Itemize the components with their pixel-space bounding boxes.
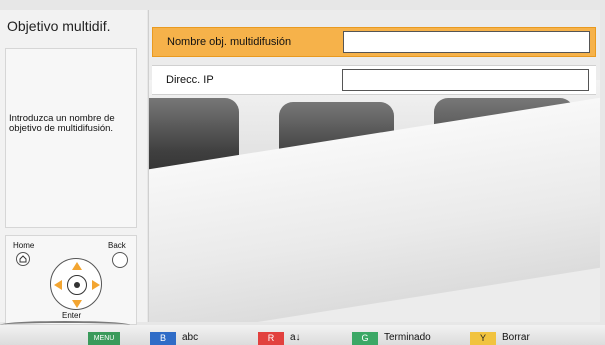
up-arrow-icon[interactable]: [72, 262, 82, 270]
blue-key[interactable]: B abc: [150, 332, 198, 345]
green-chip: G: [352, 332, 378, 345]
home-label: Home: [13, 241, 35, 250]
menu-key[interactable]: MENU: [88, 332, 126, 345]
help-text: Introduzca un nombre de objetivo de mult…: [9, 113, 115, 134]
yellow-chip: Y: [470, 332, 496, 345]
back-icon[interactable]: [112, 252, 128, 268]
multicast-name-row[interactable]: Nombre obj. multidifusión: [152, 27, 596, 57]
multicast-name-label: Nombre obj. multidifusión: [167, 36, 292, 48]
down-arrow-icon[interactable]: [72, 300, 82, 308]
blue-key-label: abc: [182, 332, 199, 343]
yellow-key-label: Borrar: [502, 332, 530, 343]
red-key[interactable]: R a↓: [258, 332, 301, 345]
home-icon[interactable]: [16, 252, 30, 266]
bottom-key-bar: MENU B abc R a↓ G Terminado Y Borrar: [0, 321, 605, 345]
decorative-swoosh: [0, 321, 130, 329]
red-chip: R: [258, 332, 284, 345]
help-box: Introduzca un nombre de objetivo de mult…: [5, 48, 137, 228]
dpad-icon[interactable]: [50, 258, 102, 310]
page-title: Objetivo multidif.: [7, 18, 111, 34]
left-panel: Objetivo multidif. Introduzca un nombre …: [0, 10, 147, 325]
multicast-name-input[interactable]: [343, 31, 590, 53]
back-label: Back: [108, 241, 126, 250]
ip-address-input[interactable]: [342, 69, 589, 91]
ip-address-row[interactable]: Direcc. IP: [152, 65, 596, 95]
remote-nav-guide: Home Back Enter: [5, 235, 137, 325]
enter-label: Enter: [62, 311, 82, 320]
green-key[interactable]: G Terminado: [352, 332, 431, 345]
yellow-key[interactable]: Y Borrar: [470, 332, 530, 345]
blue-chip: B: [150, 332, 176, 345]
right-arrow-icon[interactable]: [92, 280, 100, 290]
enter-button[interactable]: [67, 275, 87, 295]
red-key-label: a↓: [290, 332, 301, 343]
menu-chip: MENU: [88, 332, 120, 345]
left-arrow-icon[interactable]: [54, 280, 62, 290]
ip-address-label: Direcc. IP: [166, 74, 214, 86]
green-key-label: Terminado: [384, 332, 431, 343]
